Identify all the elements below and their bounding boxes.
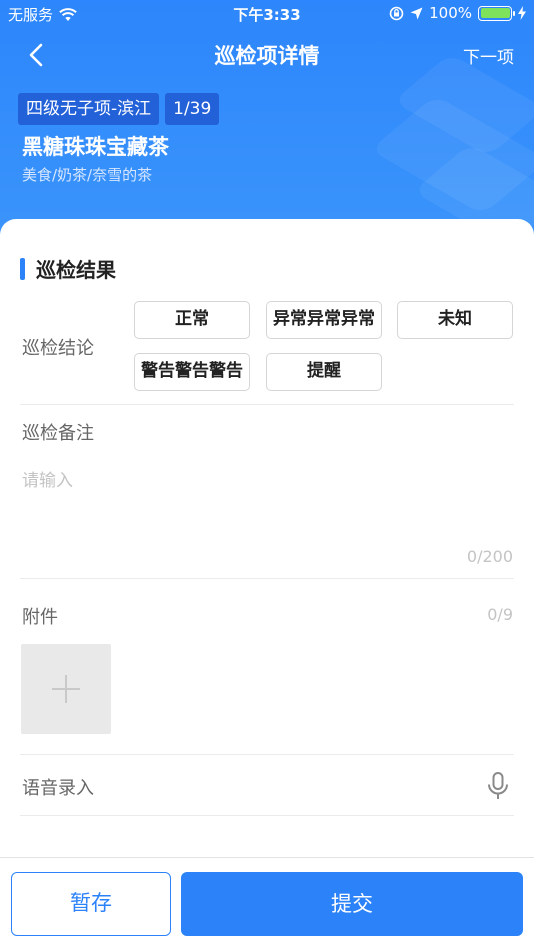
battery-icon bbox=[478, 5, 515, 21]
attachment-counter: 0/9 bbox=[487, 605, 513, 624]
section-title: 巡检结果 bbox=[36, 258, 116, 282]
add-attachment-button[interactable] bbox=[21, 644, 111, 734]
microphone-icon[interactable] bbox=[486, 772, 510, 800]
divider bbox=[20, 578, 514, 579]
remark-counter: 0/200 bbox=[466, 547, 513, 566]
section-header: 巡检结果 bbox=[20, 254, 116, 283]
option-unknown[interactable]: 未知 bbox=[397, 301, 513, 339]
header: 无服务 下午3:33 100% 巡检项详情 下一项 四级无子项-滨江 1/39 … bbox=[0, 0, 534, 250]
progress-badge: 1/39 bbox=[165, 93, 220, 125]
battery-fill bbox=[480, 8, 510, 18]
submit-button[interactable]: 提交 bbox=[181, 872, 523, 936]
remark-input[interactable]: 请输入 bbox=[22, 466, 73, 491]
page-title: 巡检项详情 bbox=[214, 44, 320, 68]
item-tags: 四级无子项-滨江 1/39 bbox=[18, 93, 220, 125]
item-name: 黑糖珠珠宝藏茶 bbox=[22, 135, 169, 159]
divider bbox=[20, 754, 514, 755]
item-category: 美食/奶茶/奈雪的茶 bbox=[22, 166, 153, 184]
divider bbox=[20, 815, 514, 816]
charging-bolt-icon bbox=[518, 6, 526, 20]
option-warning[interactable]: 警告警告警告 bbox=[134, 353, 250, 391]
status-bar: 无服务 下午3:33 100% bbox=[0, 0, 534, 28]
remark-label: 巡检备注 bbox=[22, 423, 94, 444]
voice-label: 语音录入 bbox=[22, 778, 94, 799]
divider bbox=[20, 404, 514, 405]
section-accent-bar bbox=[20, 257, 25, 280]
attachment-label: 附件 bbox=[22, 607, 58, 628]
battery-percent: 100% bbox=[429, 4, 472, 22]
nav-bar: 巡检项详情 下一项 bbox=[0, 30, 534, 78]
orientation-lock-icon bbox=[389, 6, 404, 20]
save-draft-button[interactable]: 暂存 bbox=[11, 872, 171, 936]
item-tag: 四级无子项-滨江 bbox=[18, 93, 160, 125]
option-reminder[interactable]: 提醒 bbox=[266, 353, 382, 391]
conclusion-label: 巡检结论 bbox=[22, 338, 94, 359]
option-normal[interactable]: 正常 bbox=[134, 301, 250, 339]
option-abnormal[interactable]: 异常异常异常 bbox=[266, 301, 382, 339]
header-decoration bbox=[370, 53, 534, 247]
next-item-button[interactable]: 下一项 bbox=[463, 43, 514, 68]
plus-icon bbox=[52, 675, 80, 703]
location-arrow-icon bbox=[410, 7, 423, 19]
